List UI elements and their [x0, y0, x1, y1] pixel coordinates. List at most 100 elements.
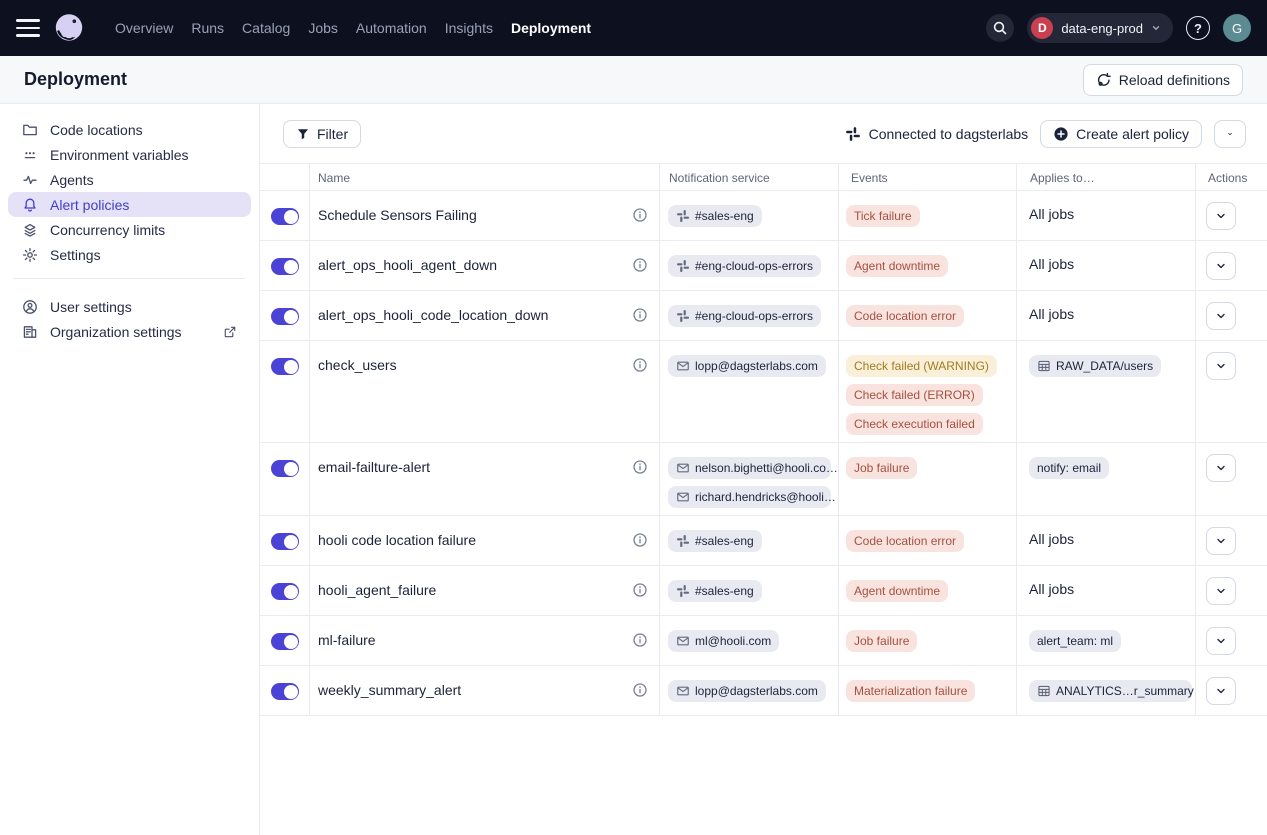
toggle-cell: [260, 616, 310, 665]
applies-to-value: All jobs: [1029, 580, 1074, 597]
notification-cell: ml@hooli.com: [660, 616, 839, 665]
event-list: Code location error: [846, 305, 1010, 327]
reload-definitions-button[interactable]: Reload definitions: [1083, 64, 1243, 96]
row-actions-menu-button[interactable]: [1206, 202, 1236, 230]
policy-name: email-failture-alert: [318, 458, 632, 475]
policy-enabled-toggle[interactable]: [271, 258, 299, 275]
hamburger-menu-icon[interactable]: [16, 19, 40, 37]
sidebar-item-organization-settings[interactable]: Organization settings: [8, 319, 251, 344]
sidebar-item-environment-variables[interactable]: Environment variables: [8, 142, 251, 167]
policy-name: alert_ops_hooli_code_location_down: [318, 306, 632, 323]
nav-item-insights[interactable]: Insights: [436, 12, 502, 44]
actions-cell: [1196, 666, 1267, 715]
actions-cell: [1196, 443, 1267, 515]
toggle-cell: [260, 566, 310, 615]
event-list: Materialization failure: [846, 680, 1010, 702]
slack-icon: [676, 209, 690, 223]
notification-label: nelson.bighetti@hooli.co…: [695, 461, 838, 475]
sidebar-item-user-settings[interactable]: User settings: [8, 294, 251, 319]
sidebar-item-agents[interactable]: Agents: [8, 167, 251, 192]
policy-name: hooli_agent_failure: [318, 581, 632, 598]
row-actions-menu-button[interactable]: [1206, 252, 1236, 280]
info-icon[interactable]: [632, 532, 648, 548]
policy-name: ml-failure: [318, 631, 632, 648]
filter-button[interactable]: Filter: [283, 120, 361, 148]
policy-enabled-toggle[interactable]: [271, 460, 299, 477]
toggle-knob: [284, 535, 298, 549]
policy-enabled-toggle[interactable]: [271, 633, 299, 650]
policy-enabled-toggle[interactable]: [271, 208, 299, 225]
events-cell: Agent downtime: [839, 241, 1017, 290]
applies-to-value: All jobs: [1029, 305, 1074, 322]
top-navigation-bar: OverviewRunsCatalogJobsAutomationInsight…: [0, 0, 1267, 56]
row-actions-menu-button[interactable]: [1206, 677, 1236, 705]
info-icon[interactable]: [632, 459, 648, 475]
sidebar-item-settings[interactable]: Settings: [8, 242, 251, 267]
policy-enabled-toggle[interactable]: [271, 583, 299, 600]
event-badge: Materialization failure: [846, 680, 975, 702]
policy-enabled-toggle[interactable]: [271, 683, 299, 700]
organization-icon: [22, 324, 38, 340]
event-label: Job failure: [854, 461, 909, 475]
help-icon[interactable]: ?: [1186, 16, 1210, 40]
column-header-notification-service: Notification service: [660, 164, 839, 190]
nav-item-automation[interactable]: Automation: [347, 12, 436, 44]
avatar-initial: G: [1232, 21, 1242, 36]
toolbar: Filter Connected to dagsterlabs Create a…: [260, 104, 1267, 163]
sidebar-divider: [14, 278, 245, 279]
create-alert-policy-menu-button[interactable]: [1214, 120, 1246, 148]
nav-item-jobs[interactable]: Jobs: [299, 12, 347, 44]
info-icon[interactable]: [632, 357, 648, 373]
deployment-switcher[interactable]: D data-eng-prod: [1027, 13, 1173, 43]
event-list: Job failure: [846, 457, 1010, 479]
row-actions-menu-button[interactable]: [1206, 454, 1236, 482]
dagster-logo-icon[interactable]: [52, 11, 86, 45]
page-header: Deployment Reload definitions: [0, 56, 1267, 104]
applies-to-label: RAW_DATA/users: [1056, 359, 1153, 373]
actions-cell: [1196, 241, 1267, 290]
row-actions-menu-button[interactable]: [1206, 527, 1236, 555]
create-alert-policy-button[interactable]: Create alert policy: [1040, 120, 1202, 148]
row-actions-menu-button[interactable]: [1206, 577, 1236, 605]
nav-item-catalog[interactable]: Catalog: [233, 12, 299, 44]
column-header-name: Name: [310, 164, 660, 190]
info-icon[interactable]: [632, 307, 648, 323]
filter-icon: [296, 127, 310, 141]
notification-badge: #eng-cloud-ops-errors: [668, 305, 821, 327]
info-icon[interactable]: [632, 257, 648, 273]
notification-label: #sales-eng: [695, 584, 754, 598]
event-badge: Agent downtime: [846, 255, 948, 277]
toggle-cell: [260, 291, 310, 340]
nav-item-deployment[interactable]: Deployment: [502, 12, 600, 44]
event-label: Code location error: [854, 534, 956, 548]
nav-item-runs[interactable]: Runs: [182, 12, 233, 44]
row-actions-menu-button[interactable]: [1206, 627, 1236, 655]
info-icon[interactable]: [632, 682, 648, 698]
external-link-icon[interactable]: [223, 325, 237, 339]
user-avatar[interactable]: G: [1223, 14, 1251, 42]
main-content: Filter Connected to dagsterlabs Create a…: [260, 104, 1267, 835]
applies-to-cell: All jobs: [1017, 516, 1196, 565]
agents-icon: [22, 172, 38, 188]
info-icon[interactable]: [632, 207, 648, 223]
sidebar-item-code-locations[interactable]: Code locations: [8, 117, 251, 142]
nav-item-overview[interactable]: Overview: [106, 12, 182, 44]
row-actions-menu-button[interactable]: [1206, 302, 1236, 330]
applies-to-label: alert_team: ml: [1037, 634, 1113, 648]
sidebar-item-alert-policies[interactable]: Alert policies: [8, 192, 251, 217]
alert-policy-row: ml-failureml@hooli.comJob failurealert_t…: [260, 616, 1267, 666]
connected-label: Connected to dagsterlabs: [869, 126, 1029, 142]
row-actions-menu-button[interactable]: [1206, 352, 1236, 380]
sidebar-item-label: Agents: [50, 172, 94, 188]
email-icon: [676, 634, 690, 648]
sidebar-item-concurrency-limits[interactable]: Concurrency limits: [8, 217, 251, 242]
info-icon[interactable]: [632, 582, 648, 598]
primary-nav: OverviewRunsCatalogJobsAutomationInsight…: [106, 12, 600, 44]
policy-enabled-toggle[interactable]: [271, 308, 299, 325]
search-icon[interactable]: [986, 14, 1014, 42]
policy-enabled-toggle[interactable]: [271, 358, 299, 375]
slack-icon: [845, 126, 861, 142]
policy-enabled-toggle[interactable]: [271, 533, 299, 550]
slack-icon: [676, 534, 690, 548]
info-icon[interactable]: [632, 632, 648, 648]
